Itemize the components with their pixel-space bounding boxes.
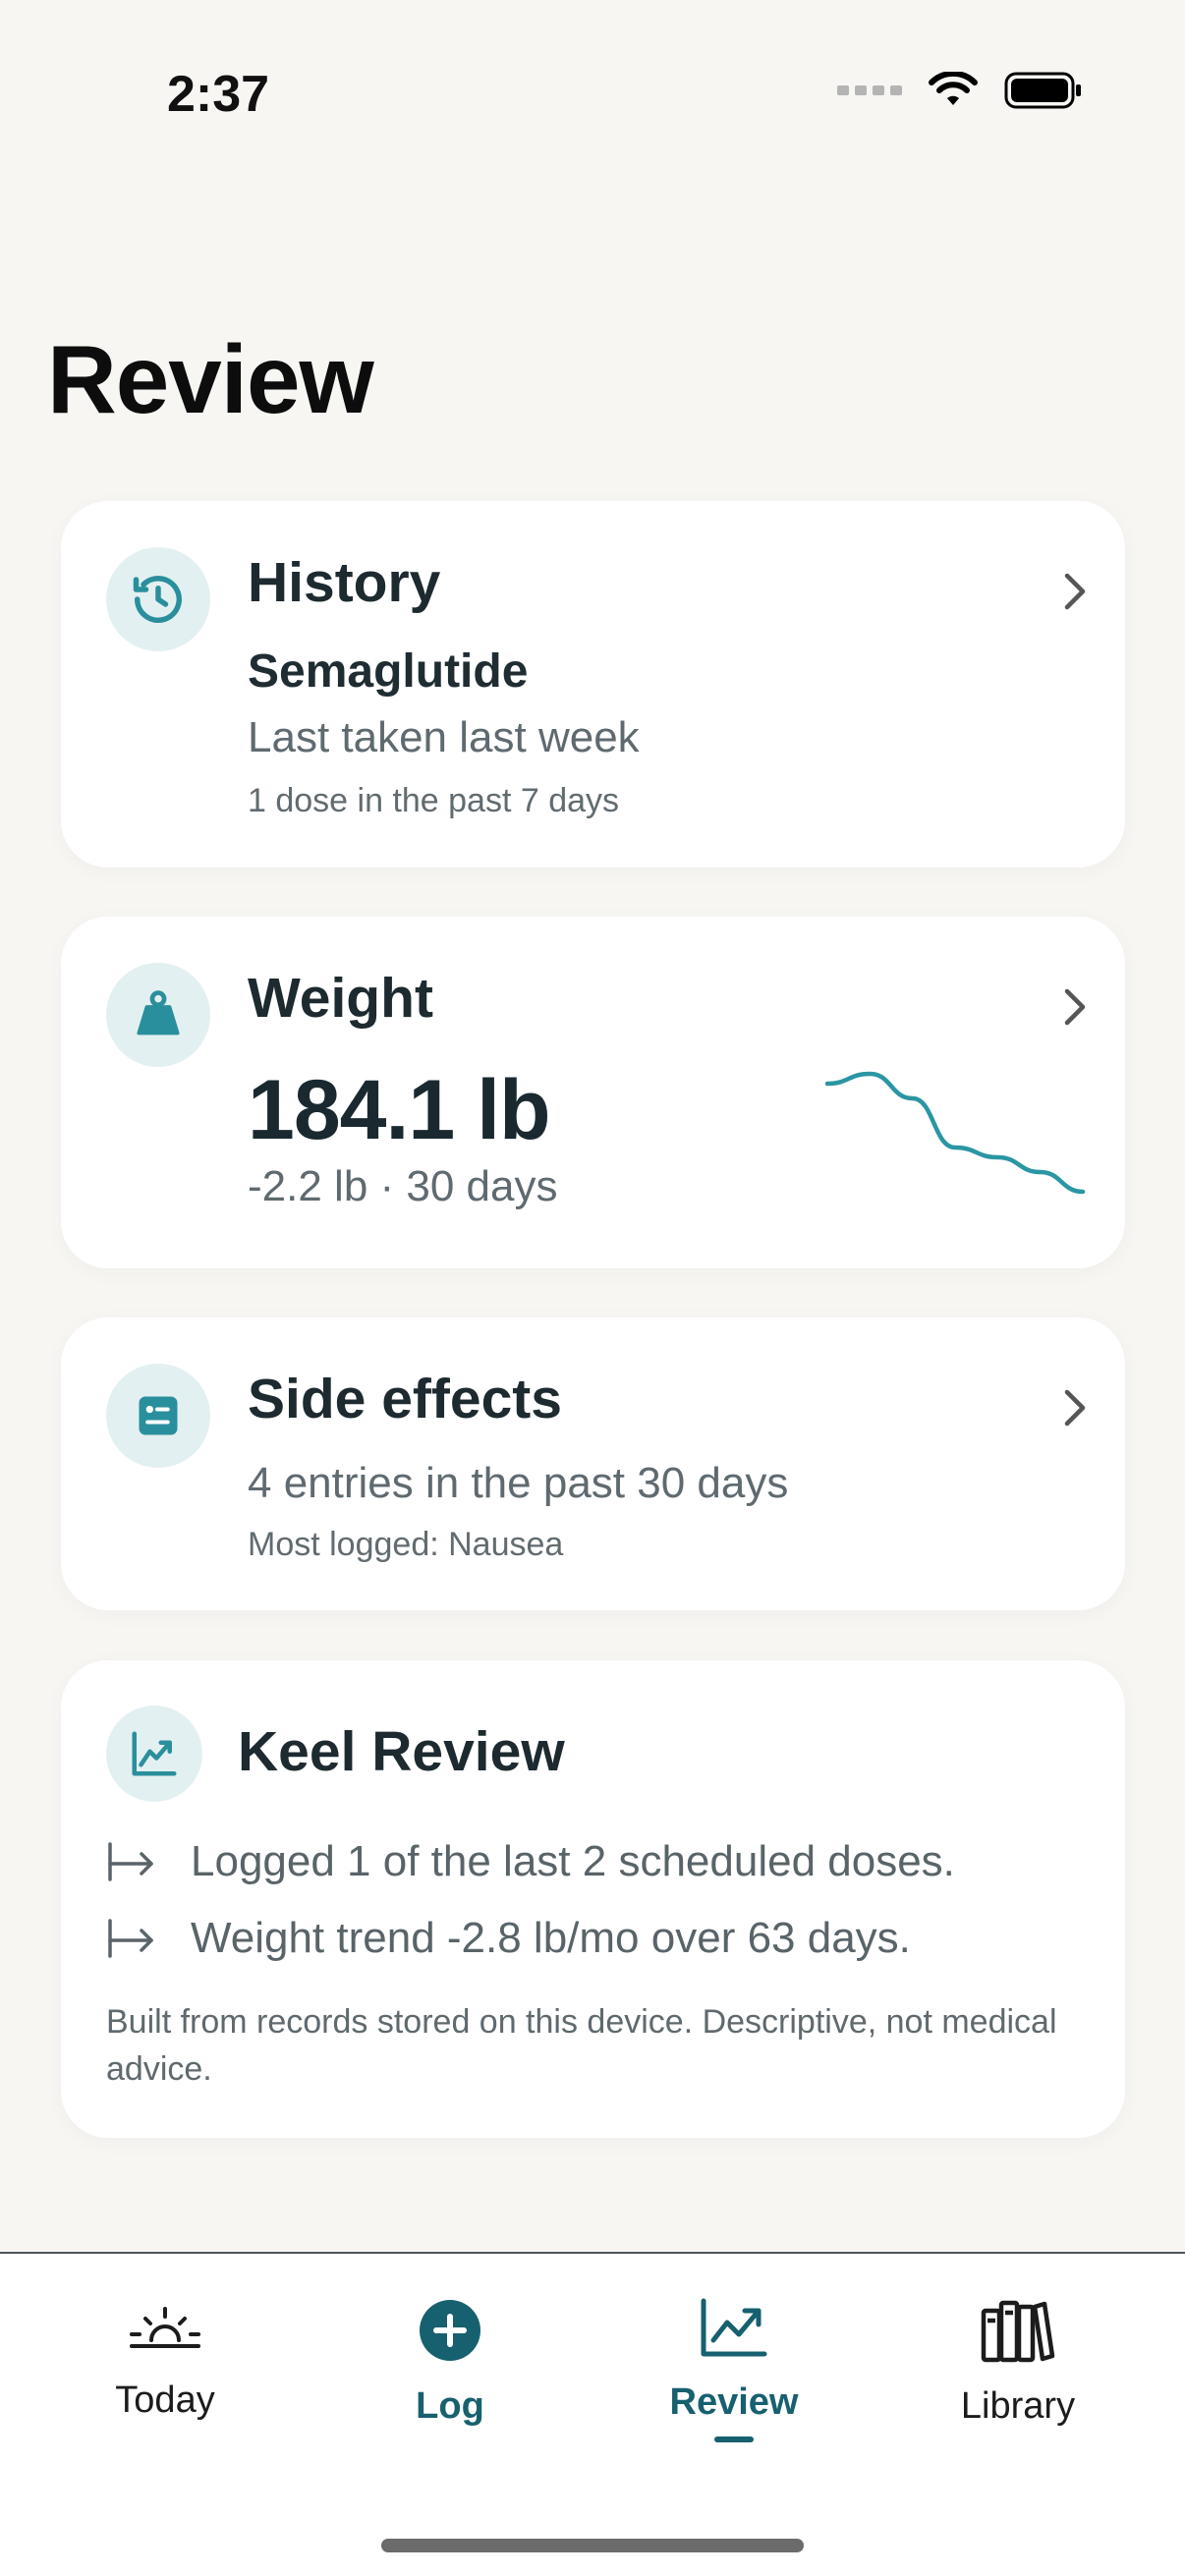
chart-icon	[132, 1731, 177, 1776]
weight-sparkline	[824, 1071, 1086, 1195]
sparkline-line	[824, 1071, 1086, 1195]
weight-card[interactable]: Weight 184.1 lb -2.2 lb · 30 days	[61, 917, 1125, 1268]
review-screen: 2:37 Review History Semaglutide Last tak…	[0, 0, 1185, 2576]
page-title: Review	[47, 325, 374, 433]
plus-circle-icon	[420, 2300, 480, 2361]
wifi-icon	[929, 72, 978, 105]
weight-change: -2.2 lb · 30 days	[248, 1162, 558, 1210]
review-bullet-text: Logged 1 of the last 2 scheduled doses.	[191, 1837, 955, 1885]
history-last-taken: Last taken last week	[248, 713, 640, 761]
chevron-right-icon	[1064, 988, 1086, 1026]
clock-history-icon	[133, 576, 182, 624]
tab-today[interactable]: Today	[18, 2254, 312, 2450]
keel-review-icon-badge	[106, 1706, 202, 1802]
weight-value: 184.1 lb	[248, 1063, 551, 1157]
arrow-turn-right-icon	[108, 1919, 153, 1958]
chevron-right-icon	[1064, 573, 1086, 610]
review-footnote: Built from records stored on this device…	[106, 2003, 1057, 2088]
tab-label: Today	[115, 2380, 215, 2421]
arrow-turn-right-icon	[108, 1842, 153, 1881]
tab-label: Log	[416, 2385, 484, 2427]
weight-icon	[137, 990, 180, 1036]
tab-review[interactable]: Review	[587, 2254, 881, 2450]
weight-icon-badge	[106, 963, 210, 1067]
review-bullet: Logged 1 of the last 2 scheduled doses.	[106, 1837, 955, 1886]
history-card[interactable]: History Semaglutide Last taken last week…	[61, 501, 1125, 868]
side-effects-entries: 4 entries in the past 30 days	[248, 1459, 789, 1507]
battery-icon	[1004, 72, 1081, 109]
side-effects-card[interactable]: Side effects 4 entries in the past 30 da…	[61, 1317, 1125, 1610]
sunrise-icon	[130, 2307, 200, 2348]
tab-label: Library	[960, 2385, 1076, 2427]
tab-library[interactable]: Library	[871, 2254, 1165, 2450]
side-effects-most-logged: Most logged: Nausea	[248, 1526, 564, 1563]
history-doses: 1 dose in the past 7 days	[248, 782, 620, 819]
books-icon	[981, 2300, 1055, 2363]
review-bullet-text: Weight trend -2.8 lb/mo over 63 days.	[191, 1914, 911, 1962]
chevron-right-icon	[1064, 1389, 1086, 1427]
active-tab-indicator	[714, 2436, 754, 2442]
keel-review-title: Keel Review	[238, 1720, 565, 1783]
keel-review-card: Keel Review Logged 1 of the last 2 sched…	[61, 1660, 1125, 2138]
side-effects-title: Side effects	[248, 1368, 562, 1430]
home-indicator	[381, 2539, 804, 2552]
history-title: History	[248, 551, 441, 614]
history-icon-badge	[106, 547, 210, 651]
history-medication: Semaglutide	[248, 645, 529, 698]
tab-bar: Today Log Review Library	[0, 2252, 1185, 2576]
tab-log[interactable]: Log	[303, 2254, 597, 2450]
status-icons	[837, 71, 1083, 110]
tab-label: Review	[669, 2381, 799, 2423]
chart-line-icon	[701, 2298, 767, 2357]
weight-title: Weight	[248, 967, 433, 1030]
review-bullet: Weight trend -2.8 lb/mo over 63 days.	[106, 1914, 911, 1963]
status-time: 2:37	[167, 66, 270, 123]
notes-icon	[139, 1396, 178, 1435]
side-effects-icon-badge	[106, 1364, 210, 1468]
signal-dots-icon	[837, 85, 902, 95]
